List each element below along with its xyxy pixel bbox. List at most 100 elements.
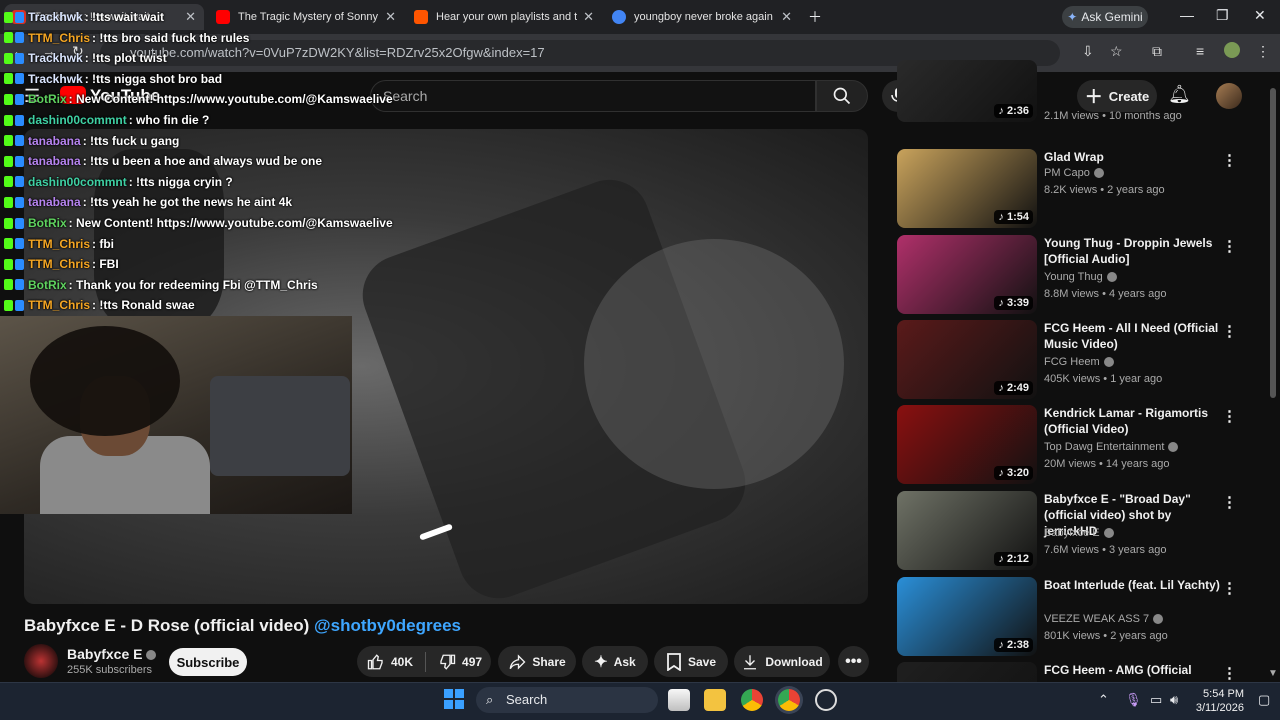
video-thumbnail[interactable]: ♪ 2:12: [897, 491, 1037, 570]
video-thumbnail[interactable]: ♪ 3:39: [897, 235, 1037, 314]
close-window-icon[interactable]: ✕: [1254, 7, 1266, 24]
more-options-icon[interactable]: ⋮: [1222, 237, 1237, 255]
media-control-icon[interactable]: ≡: [1196, 43, 1204, 59]
chat-username: Trackhwk: [28, 51, 83, 66]
steam-app-icon[interactable]: [815, 689, 837, 711]
more-actions-button[interactable]: •••: [838, 646, 869, 677]
taskbar-search-box[interactable]: ⌕ Search: [476, 687, 658, 713]
page-scrollbar[interactable]: [1270, 88, 1276, 398]
video-thumbnail[interactable]: ♪ 2:49: [897, 320, 1037, 399]
close-tab-icon[interactable]: ✕: [385, 9, 396, 25]
subscriber-count: 255K subscribers: [67, 664, 152, 676]
clock-date: 3/11/2026: [1195, 702, 1244, 714]
profile-icon[interactable]: [1224, 42, 1240, 58]
video-thumbnail[interactable]: ♪ 1:54: [897, 149, 1037, 228]
scroll-down-arrow-icon[interactable]: ▼: [1268, 668, 1278, 679]
kick-platform-icon: [4, 176, 13, 188]
maximize-icon[interactable]: ❐: [1216, 7, 1229, 24]
store-app-icon[interactable]: [668, 689, 690, 711]
notification-center-icon[interactable]: ▢: [1258, 692, 1270, 708]
extensions-icon[interactable]: ⧉: [1152, 43, 1162, 60]
video-thumbnail[interactable]: ♪ 2:38: [897, 577, 1037, 656]
verified-icon: [1106, 272, 1117, 283]
tab-title: youngboy never broke again ai: [634, 11, 776, 23]
bookmark-star-icon[interactable]: ☆: [1110, 43, 1123, 60]
taskbar-search-label: Search: [506, 692, 548, 707]
close-tab-icon[interactable]: ✕: [583, 9, 594, 25]
chat-text: : !tts bro said fuck the rules: [92, 30, 250, 45]
recommended-channel[interactable]: PM Capo: [1044, 167, 1104, 179]
download-button[interactable]: Download: [734, 646, 830, 677]
install-app-icon[interactable]: ⇩: [1082, 43, 1094, 60]
close-tab-icon[interactable]: ✕: [185, 9, 196, 25]
kick-platform-icon: [4, 93, 13, 105]
subscribe-button[interactable]: Subscribe: [169, 648, 247, 676]
recommended-channel[interactable]: Babyfxce E: [1044, 527, 1114, 539]
recommended-video-title[interactable]: Glad Wrap: [1044, 149, 1224, 165]
browser-tab-3[interactable]: Hear your own playlists and the ✕: [406, 4, 602, 30]
recommended-meta: 20M views • 14 years ago: [1044, 458, 1170, 470]
microphone-tray-icon[interactable]: 🎙︎: [1125, 692, 1142, 708]
close-tab-icon[interactable]: ✕: [781, 9, 792, 25]
chat-username: Trackhwk: [28, 10, 83, 24]
tab-title: Hear your own playlists and the: [436, 11, 578, 23]
recommended-channel[interactable]: VEEZE WEAK ASS 7: [1044, 613, 1164, 625]
recommended-video-title[interactable]: Kendrick Lamar - Rigamortis (Official Vi…: [1044, 405, 1224, 437]
volume-icon[interactable]: 🔊︎: [1170, 692, 1178, 708]
video-thumbnail[interactable]: [897, 662, 1037, 682]
chrome-app-icon[interactable]: [741, 689, 763, 711]
minimize-icon[interactable]: —: [1180, 7, 1194, 23]
recommended-video[interactable]: ♪ 3:20 Kendrick Lamar - Rigamortis (Offic…: [897, 405, 1267, 485]
recommended-channel[interactable]: Top Dawg Entertainment: [1044, 441, 1179, 453]
video-thumbnail[interactable]: ♪ 3:20: [897, 405, 1037, 484]
chat-message: tanabana: !tts yeah he got the news he a…: [4, 193, 292, 211]
chat-username: tanabana: [28, 133, 81, 148]
browser-menu-icon[interactable]: ⋮: [1256, 43, 1270, 60]
search-input[interactable]: Search: [370, 80, 816, 112]
save-button[interactable]: Save: [654, 646, 728, 677]
chat-text: : !tts fuck u gang: [82, 133, 180, 148]
more-options-icon[interactable]: ⋮: [1222, 664, 1237, 682]
recommended-video[interactable]: FCG Heem - AMG (Official ⋮: [897, 662, 1267, 682]
chat-badge-icon: [15, 299, 24, 311]
recommended-video-title[interactable]: Boat Interlude (feat. Lil Yachty): [1044, 577, 1224, 593]
browser-tab-2[interactable]: The Tragic Mystery of Sonny Lis ✕: [208, 4, 404, 30]
recommended-video[interactable]: ♪ 3:39 Young Thug - Droppin Jewels [Offic…: [897, 235, 1267, 315]
recommended-video-title[interactable]: FCG Heem - All I Need (Official Music Vi…: [1044, 320, 1224, 352]
system-clock[interactable]: 5:54 PM 3/11/2026: [1190, 687, 1244, 715]
new-tab-icon[interactable]: ＋: [808, 7, 822, 27]
search-button[interactable]: [816, 80, 868, 112]
recommended-video-title[interactable]: FCG Heem - AMG (Official: [1044, 662, 1224, 678]
chrome-active-app-icon[interactable]: [778, 689, 800, 711]
recommended-channel[interactable]: Young Thug: [1044, 271, 1117, 283]
network-icon[interactable]: ▭: [1150, 692, 1162, 708]
chat-text: : !tts wait wait: [84, 10, 165, 24]
ask-gemini-button[interactable]: ✦ Ask Gemini: [1062, 6, 1148, 28]
file-explorer-icon[interactable]: [704, 689, 726, 711]
recommended-video[interactable]: ♪ 2:38 Boat Interlude (feat. Lil Yachty) ⋮…: [897, 577, 1267, 657]
windows-start-icon[interactable]: [444, 689, 464, 709]
channel-name[interactable]: Babyfxce E: [67, 646, 157, 662]
recommended-video[interactable]: ♪ 2:12 Babyfxce E - "Broad Day" (official…: [897, 491, 1267, 571]
more-options-icon[interactable]: ⋮: [1222, 322, 1237, 340]
more-options-icon[interactable]: ⋮: [1222, 407, 1237, 425]
video-title-mention-link[interactable]: @shotby0degrees: [314, 616, 461, 635]
video-thumbnail[interactable]: ♪ 2:36: [897, 60, 1037, 122]
recommended-video-title[interactable]: Young Thug - Droppin Jewels [Official Au…: [1044, 235, 1224, 267]
share-button[interactable]: Share: [498, 646, 576, 677]
recommended-channel[interactable]: FCG Heem: [1044, 356, 1114, 368]
like-button[interactable]: 40K: [367, 653, 413, 671]
ask-button[interactable]: ✦ Ask: [582, 646, 648, 677]
recommended-video[interactable]: ♪ 1:54 Glad Wrap ⋮ PM Capo 8.2K views • 2 ye…: [897, 149, 1267, 229]
recommended-video[interactable]: ♪ 2:49 FCG Heem - All I Need (Official Mu…: [897, 320, 1267, 400]
more-options-icon[interactable]: ⋮: [1222, 579, 1237, 597]
more-options-icon[interactable]: ⋮: [1222, 493, 1237, 511]
chat-message: BotRix: New Content! https://www.youtube…: [4, 214, 393, 232]
browser-tab-4[interactable]: youngboy never broke again ai ✕: [604, 4, 800, 30]
more-options-icon[interactable]: ⋮: [1222, 151, 1237, 169]
chat-username: TTM_Chris: [28, 236, 91, 251]
tray-chevron-up-icon[interactable]: ⌃: [1098, 692, 1109, 708]
dislike-button[interactable]: 497: [438, 653, 482, 671]
channel-avatar[interactable]: [24, 644, 58, 678]
chat-username: TTM_Chris: [28, 257, 91, 272]
